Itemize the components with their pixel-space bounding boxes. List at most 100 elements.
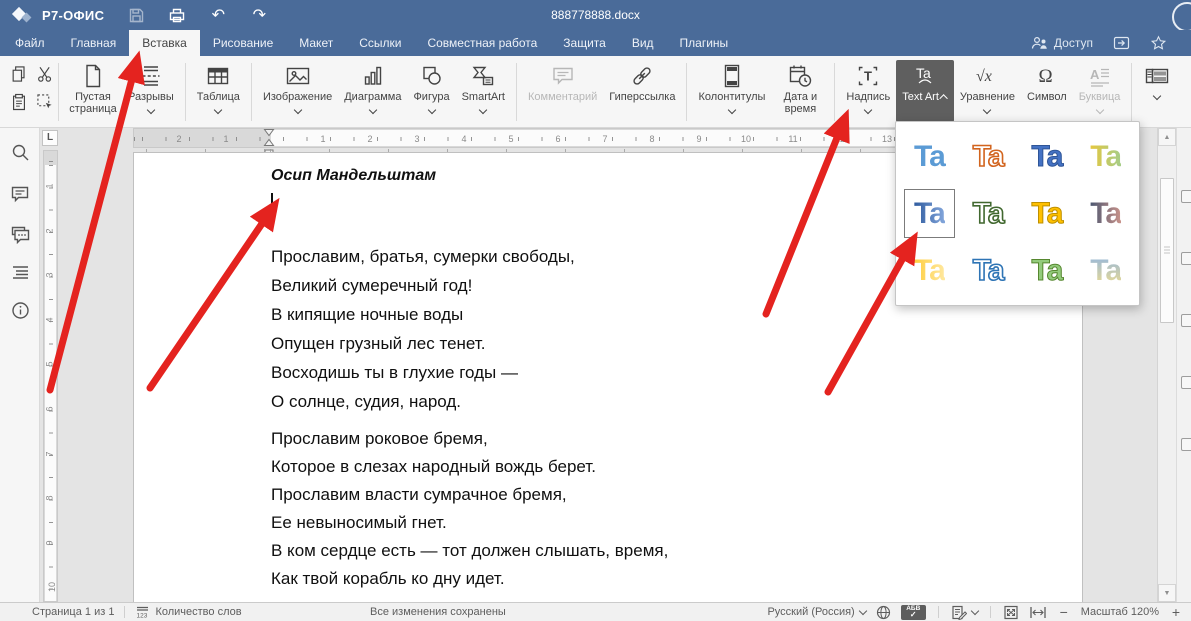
textart-sample-text: Ta [1031, 197, 1062, 231]
statusbar-separator [938, 606, 939, 618]
tab-insert[interactable]: Вставка [129, 30, 200, 56]
textart-style-4[interactable]: Ta [1076, 128, 1135, 185]
ruler-number: 6 [45, 406, 55, 411]
zoom-out-button[interactable]: − [1057, 604, 1071, 620]
textart-style-7[interactable]: Ta [1018, 185, 1077, 242]
vertical-ruler[interactable]: 12345678910 [43, 150, 58, 602]
tab-home[interactable]: Главная [58, 30, 130, 56]
sidebar-button-navigation[interactable] [10, 262, 30, 282]
sidebar-button-about[interactable] [10, 300, 30, 320]
textart-style-11[interactable]: Ta [1018, 242, 1077, 299]
chevron-down-icon [427, 105, 435, 113]
textart-style-10[interactable]: Ta [959, 242, 1018, 299]
toolbar-button-paste[interactable] [6, 88, 32, 116]
textart-style-8[interactable]: Ta [1076, 185, 1135, 242]
zoom-level[interactable]: Масштаб 120% [1081, 606, 1159, 618]
text-art-icon: Ta [913, 62, 937, 90]
toolbar-group-4: Комментарий Гиперссылка [517, 60, 686, 122]
toolbar-button-date-time[interactable]: Дата и время [771, 60, 829, 122]
toolbar-button-header-footer[interactable]: Колонтитулы [692, 60, 771, 122]
zoom-in-button[interactable]: + [1169, 604, 1183, 620]
page-indicator[interactable]: Страница 1 из 1 [32, 606, 114, 618]
toolbar-button-text-box[interactable]: TНадпись [840, 60, 896, 122]
users-icon [1031, 36, 1049, 50]
redo-button[interactable]: ↷ [249, 5, 269, 25]
poem-line: Опущен грузный лес тенет. [271, 329, 575, 358]
fit-page-button[interactable] [1003, 605, 1019, 620]
ruler-number: 13 [882, 134, 892, 144]
toolbar-button-smartart[interactable]: SmartArt [456, 60, 511, 122]
ruler-number: 3 [414, 134, 419, 144]
right-panel-icon-partial[interactable] [1181, 190, 1191, 203]
tab-protection[interactable]: Защита [550, 30, 619, 56]
textart-style-2[interactable]: Ta [959, 128, 1018, 185]
favorite-button[interactable] [1150, 35, 1167, 51]
right-panel-icon-partial[interactable] [1181, 314, 1191, 327]
ruler-number: 9 [696, 134, 701, 144]
tab-draw[interactable]: Рисование [200, 30, 286, 56]
right-panel-icon-partial[interactable] [1181, 252, 1191, 265]
toolbar-button-select[interactable] [32, 88, 58, 116]
tab-file[interactable]: Файл [2, 30, 58, 56]
sidebar-button-search[interactable] [10, 142, 30, 162]
scroll-up-button[interactable]: ▲ [1158, 128, 1176, 146]
textart-sample-text: Ta [973, 197, 1004, 231]
ruler-number: 10 [741, 134, 751, 144]
toolbar-button-chart[interactable]: Диаграмма [338, 60, 407, 122]
tab-layout[interactable]: Макет [286, 30, 346, 56]
tab-view[interactable]: Вид [619, 30, 667, 56]
toolbar-button-blank-page[interactable]: Пустая страница [64, 60, 122, 122]
textart-style-9[interactable]: Ta [900, 242, 959, 299]
header-footer-icon [721, 62, 743, 90]
ruler-number: 9 [45, 540, 55, 545]
textart-style-12[interactable]: Ta [1076, 242, 1135, 299]
textart-style-3[interactable]: Ta [1018, 128, 1077, 185]
textart-style-1[interactable]: Ta [900, 128, 959, 185]
tab-plugins[interactable]: Плагины [667, 30, 742, 56]
toolbar-button-cut[interactable] [32, 60, 58, 88]
toolbar-button-text-art[interactable]: TaText Art [896, 60, 954, 122]
access-button[interactable]: Доступ [1031, 36, 1093, 50]
toolbar-button-breaks[interactable]: Разрывы [122, 60, 180, 122]
favorite-star-icon [1150, 35, 1167, 51]
textart-style-selected[interactable]: Ta [900, 185, 959, 242]
tab-references[interactable]: Ссылки [346, 30, 414, 56]
right-panel-icon-partial[interactable] [1181, 376, 1191, 389]
textart-sample-text: Ta [1090, 254, 1121, 288]
toolbar-button-label: Комментарий [528, 92, 597, 104]
save-button[interactable] [126, 5, 146, 25]
textart-style-6[interactable]: Ta [959, 185, 1018, 242]
toolbar-button-copy[interactable] [6, 60, 32, 88]
ruler-number: 1 [320, 134, 325, 144]
word-count-button[interactable]: 123 Количество слов [135, 605, 241, 619]
scrollbar-thumb[interactable] [1160, 178, 1174, 323]
tab-stop-selector[interactable]: L [42, 130, 58, 146]
track-changes-button[interactable] [951, 605, 978, 620]
spellcheck-button[interactable]: АБВ ✓ [901, 605, 926, 620]
toolbar-button-content-control[interactable] [1137, 60, 1177, 122]
toolbar-button-table[interactable]: Таблица [191, 60, 246, 122]
poem-line: Прославим роковое бремя, [271, 425, 668, 453]
scroll-down-button[interactable]: ▼ [1158, 584, 1176, 602]
toolbar-button-shape[interactable]: Фигура [407, 60, 455, 122]
vertical-scrollbar[interactable]: ▲ ▼ [1157, 128, 1176, 602]
toolbar-button-hyperlink[interactable]: Гиперссылка [603, 60, 681, 122]
user-avatar-icon[interactable] [1172, 2, 1191, 32]
saved-status: Все изменения сохранены [370, 606, 506, 618]
ruler-number: 2 [45, 228, 55, 233]
toolbar-button-equation[interactable]: √xУравнение [954, 60, 1021, 122]
toolbar-button-symbol[interactable]: ΩСимвол [1021, 60, 1073, 122]
left-sidebar [0, 128, 40, 602]
tab-collaboration[interactable]: Совместная работа [414, 30, 550, 56]
fit-width-button[interactable] [1029, 605, 1047, 620]
open-file-location-button[interactable] [1113, 35, 1130, 51]
undo-button[interactable]: ↶ [208, 5, 228, 25]
toolbar-button-label: Уравнение [960, 92, 1015, 104]
sidebar-button-chat[interactable] [10, 224, 30, 244]
print-button[interactable] [167, 5, 187, 25]
language-selector[interactable]: Русский (Россия) [767, 606, 865, 618]
right-panel-icon-partial[interactable] [1181, 438, 1191, 451]
sidebar-button-comments[interactable] [10, 184, 30, 204]
document-language-button[interactable] [876, 605, 891, 620]
toolbar-button-image[interactable]: Изображение [257, 60, 338, 122]
